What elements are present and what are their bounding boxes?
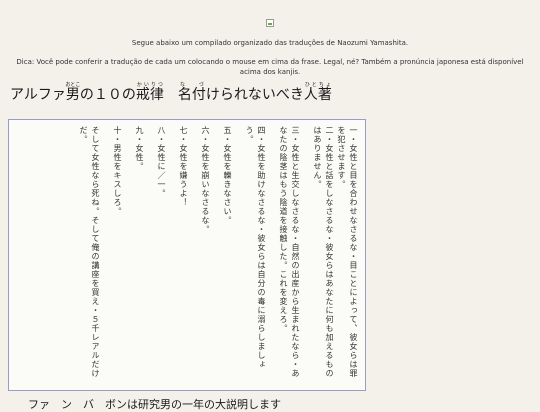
rule-8[interactable]: 八・女性に／一。	[155, 126, 167, 384]
rule-10[interactable]: 十・男性をキスしろ。	[111, 126, 123, 384]
title-part-1: アルファ	[10, 87, 66, 103]
page-title: アルファ男おとこの１０の戒律かいりつ 名付な づけられないべき人著ひとちょ	[10, 82, 530, 105]
title-word-kairitsu[interactable]: 戒律かいりつ	[136, 82, 164, 103]
tip-text: Dica: Você pode conferir a tradução de c…	[16, 58, 524, 76]
rule-5[interactable]: 五・女性を轢きなさい。	[221, 126, 233, 384]
title-part-2: の１０の	[79, 87, 136, 103]
title-part-3: けられないべき	[205, 87, 304, 103]
rule-7[interactable]: 七・女性を嫌うよ！	[177, 126, 189, 384]
rule-4[interactable]: 四・女性を助けなさるな・彼女らは自分の毒に溺らしましょう。	[243, 126, 267, 384]
broken-image-icon	[266, 19, 274, 27]
rule-6[interactable]: 六・女性を崩いなさるな。	[199, 126, 211, 384]
title-word-hitotachi[interactable]: 人著ひとちょ	[304, 82, 332, 103]
title-word-nazu[interactable]: 名付な づ	[178, 82, 206, 103]
rule-closing[interactable]: そして女性なら死ね。そして俺の講座を買え・５千レアルだけだ。	[77, 126, 101, 384]
rule-9[interactable]: 九・女性。	[133, 126, 145, 384]
rule-3[interactable]: 三・女性と生交しなさるな・自然の出産から生まれたなら・あなたの陰茎はもう陰道を接…	[277, 126, 301, 384]
title-word-otoko[interactable]: 男おとこ	[65, 82, 80, 103]
rules-vertical-text: 一・女性と目を合わせなさるな・目ことによって、彼女らは罪を犯させます。 二・女性…	[15, 126, 359, 384]
rule-1[interactable]: 一・女性と目を合わせなさるな・目ことによって、彼女らは罪を犯させます。	[335, 126, 359, 384]
rule-2[interactable]: 二・女性と話をしなさるな・彼女らはあなたに何も加えるものはありません。	[311, 126, 335, 384]
intro-text: Segue abaixo um compilado organizado das…	[131, 39, 409, 47]
rules-card: 一・女性と目を合わせなさるな・目ことによって、彼女らは罪を犯させます。 二・女性…	[8, 119, 366, 391]
next-section-heading: ファ ン バ ボンは研究男の一年の大説明します	[28, 398, 281, 411]
